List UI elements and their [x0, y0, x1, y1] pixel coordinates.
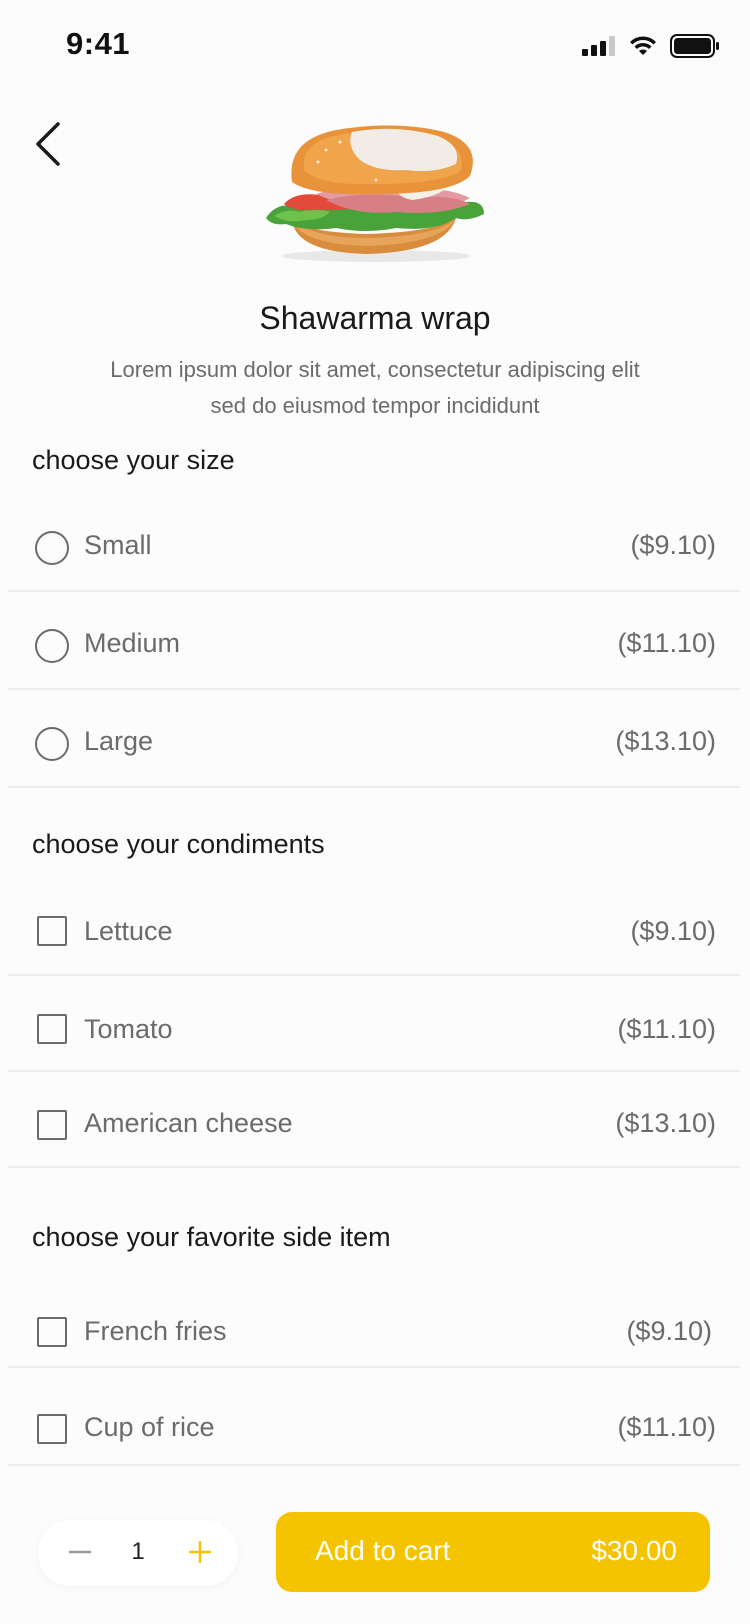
checkbox[interactable] [37, 1317, 67, 1347]
option-price: ($13.10) [615, 1108, 716, 1138]
checkbox[interactable] [37, 1414, 67, 1444]
section-title-sides: choose your favorite side item [32, 1222, 391, 1252]
status-bar: 9:41 [0, 0, 750, 92]
side-option-french-fries[interactable]: French fries ($9.10) [8, 1272, 740, 1368]
product-description: Lorem ipsum dolor sit amet, consectetur … [40, 352, 710, 424]
radio-button[interactable] [35, 531, 69, 565]
option-price: ($9.10) [626, 1316, 712, 1346]
cellular-signal-icon [582, 36, 615, 56]
option-price: ($9.10) [630, 530, 716, 560]
size-option-small[interactable]: Small ($9.10) [8, 496, 740, 592]
option-label: Large [84, 726, 154, 756]
increase-quantity-button[interactable] [178, 1530, 222, 1574]
product-description-line: Lorem ipsum dolor sit amet, consectetur … [110, 357, 640, 382]
option-label: Lettuce [84, 916, 173, 946]
wifi-icon [630, 36, 656, 55]
condiment-option-tomato[interactable]: Tomato ($11.10) [8, 978, 740, 1072]
radio-button[interactable] [35, 727, 69, 761]
option-price: ($13.10) [615, 726, 716, 756]
option-label: American cheese [84, 1108, 293, 1138]
cart-total-price: $30.00 [591, 1535, 677, 1566]
option-price: ($9.10) [630, 916, 716, 946]
back-button[interactable] [28, 118, 72, 170]
option-label: French fries [84, 1316, 227, 1346]
option-label: Cup of rice [84, 1412, 215, 1442]
radio-button[interactable] [35, 629, 69, 663]
quantity-value: 1 [131, 1538, 145, 1565]
section-title-size: choose your size [32, 445, 235, 475]
option-price: ($11.10) [617, 628, 716, 658]
quantity-stepper: 1 [38, 1520, 238, 1586]
add-to-cart-button[interactable]: Add to cart $30.00 [276, 1512, 710, 1592]
minus-icon [68, 1550, 92, 1554]
option-price: ($11.10) [617, 1412, 716, 1442]
chevron-left-icon [36, 122, 60, 166]
decrease-quantity-button[interactable] [58, 1530, 102, 1574]
option-label: Tomato [84, 1014, 173, 1044]
checkbox[interactable] [37, 1014, 67, 1044]
size-option-large[interactable]: Large ($13.10) [8, 692, 740, 788]
plus-icon [188, 1540, 212, 1564]
battery-icon [670, 34, 719, 58]
product-image [256, 120, 496, 265]
add-to-cart-label: Add to cart [315, 1535, 451, 1566]
side-option-cup-of-rice[interactable]: Cup of rice ($11.10) [8, 1370, 740, 1466]
size-option-medium[interactable]: Medium ($11.10) [8, 594, 740, 690]
condiment-option-lettuce[interactable]: Lettuce ($9.10) [8, 880, 740, 976]
condiment-option-american-cheese[interactable]: American cheese ($13.10) [8, 1074, 740, 1168]
status-time: 9:41 [66, 26, 131, 61]
checkbox[interactable] [37, 916, 67, 946]
option-price: ($11.10) [617, 1014, 716, 1044]
option-label: Medium [84, 628, 181, 658]
status-icons [582, 34, 720, 58]
product-title: Shawarma wrap [259, 300, 491, 336]
product-description-line: sed do eiusmod tempor incididunt [210, 393, 540, 418]
option-label: Small [84, 530, 152, 560]
section-title-condiments: choose your condiments [32, 829, 325, 859]
checkbox[interactable] [37, 1110, 67, 1140]
